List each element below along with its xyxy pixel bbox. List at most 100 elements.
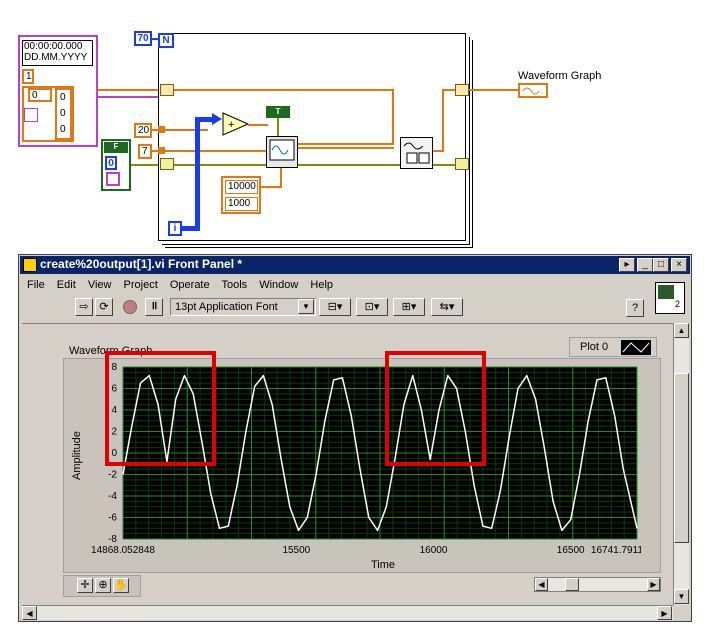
timestamp-time: 00:00:00.000 [24, 41, 83, 52]
menu-operate[interactable]: Operate [170, 279, 210, 291]
scroll-up-button[interactable]: ▲ [674, 323, 689, 338]
reorder-button[interactable]: ⇆▾ [431, 298, 463, 316]
plot-legend[interactable]: Plot 0 [569, 337, 657, 357]
boolean-false-constant[interactable]: F [104, 142, 128, 153]
block-diagram: 00:00:00.000 DD.MM.YYYY 1 0 0 0 0 F 0 70… [0, 0, 712, 248]
abort-button[interactable] [123, 300, 137, 314]
loop-count-terminal[interactable]: N [158, 33, 174, 48]
menu-project[interactable]: Project [124, 279, 158, 291]
boolean-false-label: F [113, 142, 119, 151]
wire-magenta [98, 96, 160, 98]
x-tick-label: 16000 [420, 545, 448, 556]
menu-tools[interactable]: Tools [221, 279, 247, 291]
x-axis-label: Time [371, 559, 396, 571]
wire-sampling [261, 186, 281, 188]
loop-count-value[interactable]: 70 [134, 31, 152, 46]
run-button[interactable]: ⇨ [75, 298, 93, 316]
scroll-down-button[interactable]: ▼ [674, 589, 689, 604]
vertical-scroll-thumb[interactable] [674, 373, 689, 543]
menu-help[interactable]: Help [310, 279, 333, 291]
maximize-button[interactable]: □ [653, 258, 669, 272]
graph-scroll-left[interactable]: ◀ [535, 578, 548, 591]
x-tick-label: 16500 [557, 545, 585, 556]
iteration-terminal[interactable]: i [168, 221, 182, 236]
boolean-true-constant[interactable]: T [266, 106, 290, 118]
scroll-right-button[interactable]: ▶ [657, 606, 672, 620]
wire-sr-top-down [392, 89, 394, 145]
menu-edit[interactable]: Edit [57, 279, 76, 291]
cursor-tool-button[interactable]: ✛ [77, 578, 93, 593]
resize-objects-button[interactable]: ⊞▾ [393, 298, 425, 316]
menu-window[interactable]: Window [259, 279, 298, 291]
waveform-bundle-icon [403, 142, 430, 164]
help-button-label: ? [631, 302, 639, 314]
y-tick-label: -6 [108, 513, 117, 524]
wire-to-sr-right [442, 89, 455, 91]
wire-sine-out2 [298, 147, 394, 149]
sine-waveform-vi[interactable] [266, 136, 298, 168]
build-waveform-node[interactable] [400, 137, 433, 169]
y-tick-label: -2 [108, 470, 117, 481]
pan-tool-button[interactable]: ✋ [113, 578, 129, 593]
align-objects-button[interactable]: ⊟▾ [319, 298, 351, 316]
x-tick-label: 14868.052848 [91, 545, 155, 556]
connector-pane-icon[interactable]: 2 [655, 282, 685, 314]
wire-orange-top [98, 89, 160, 91]
timestamp-date: DD.MM.YYYY [24, 52, 88, 63]
sampling-rate-constant[interactable]: 10000 [225, 180, 258, 194]
pause-button[interactable]: ॥ [145, 298, 163, 316]
constant-20[interactable]: 20 [134, 123, 152, 138]
wire-sampling-up [280, 168, 282, 188]
graph-x-scrollbar[interactable]: ◀ ▶ [534, 577, 661, 592]
iteration-wire-vertical [195, 117, 200, 229]
menu-file[interactable]: File [27, 279, 45, 291]
add-function-node[interactable]: + [222, 112, 250, 136]
graph-label: Waveform Graph [518, 70, 602, 82]
boolean-true-label: T [275, 107, 281, 116]
sine-waveform-icon [269, 139, 295, 161]
y-tick-label: -8 [108, 534, 117, 545]
wire-to-graph [469, 89, 519, 91]
run-continuously-button[interactable]: ⟳ [95, 298, 113, 316]
horizontal-scrollbar[interactable]: ◀ ▶ [22, 605, 673, 620]
wire-build-up [442, 89, 444, 151]
minimize-button[interactable]: _ [637, 258, 653, 272]
highlight-box-left [105, 351, 216, 466]
close-button[interactable]: × [671, 258, 687, 272]
menu-view[interactable]: View [88, 279, 112, 291]
title-bar[interactable]: create%20output[1].vi Front Panel * [20, 256, 690, 274]
distribute-objects-button[interactable]: ⊡▾ [356, 298, 388, 316]
vi-icon [23, 258, 37, 272]
vertical-scrollbar[interactable]: ▲ ▼ [673, 323, 689, 605]
constant-7[interactable]: 7 [138, 144, 152, 159]
graph-scroll-right[interactable]: ▶ [647, 578, 660, 591]
highlight-box-right [385, 351, 486, 466]
font-selector-value: 13pt Application Font [175, 301, 278, 313]
wire-7 [152, 150, 268, 152]
font-dropdown-button[interactable]: ▼ [298, 299, 314, 314]
legend-line-icon [621, 340, 651, 355]
x-tick-label: 16741.7911 [591, 545, 641, 556]
y-tick-label: -4 [108, 491, 117, 502]
shift-register-left-orange[interactable] [160, 84, 174, 96]
timestamp-constant[interactable]: 00:00:00.000 DD.MM.YYYY [22, 40, 93, 66]
shift-register-right-green[interactable] [455, 158, 469, 170]
cluster-array-index[interactable]: 0 [28, 88, 52, 102]
svg-text:+: + [228, 119, 234, 131]
cluster-numeric-1[interactable]: 1 [22, 69, 34, 84]
shift-register-left-green[interactable] [160, 158, 174, 170]
legend-label: Plot 0 [580, 341, 609, 353]
zoom-tool-button[interactable]: ⊕ [95, 578, 111, 593]
iteration-wire-horizontal [182, 226, 200, 231]
shift-register-right-orange[interactable] [455, 84, 469, 96]
boolean-array-index[interactable]: 0 [105, 156, 117, 170]
window-title: create%20output[1].vi Front Panel * [40, 257, 243, 271]
scroll-left-button[interactable]: ◀ [22, 606, 37, 620]
help-button[interactable]: ? [626, 299, 644, 317]
x-tick-label: 15500 [282, 545, 310, 556]
sample-count-constant[interactable]: 1000 [225, 197, 258, 211]
graph-scroll-thumb[interactable] [565, 578, 579, 591]
font-selector[interactable]: 13pt Application Font [170, 298, 316, 316]
restore-down-button[interactable]: ▸ [619, 258, 635, 272]
waveform-graph-terminal[interactable] [518, 83, 548, 98]
